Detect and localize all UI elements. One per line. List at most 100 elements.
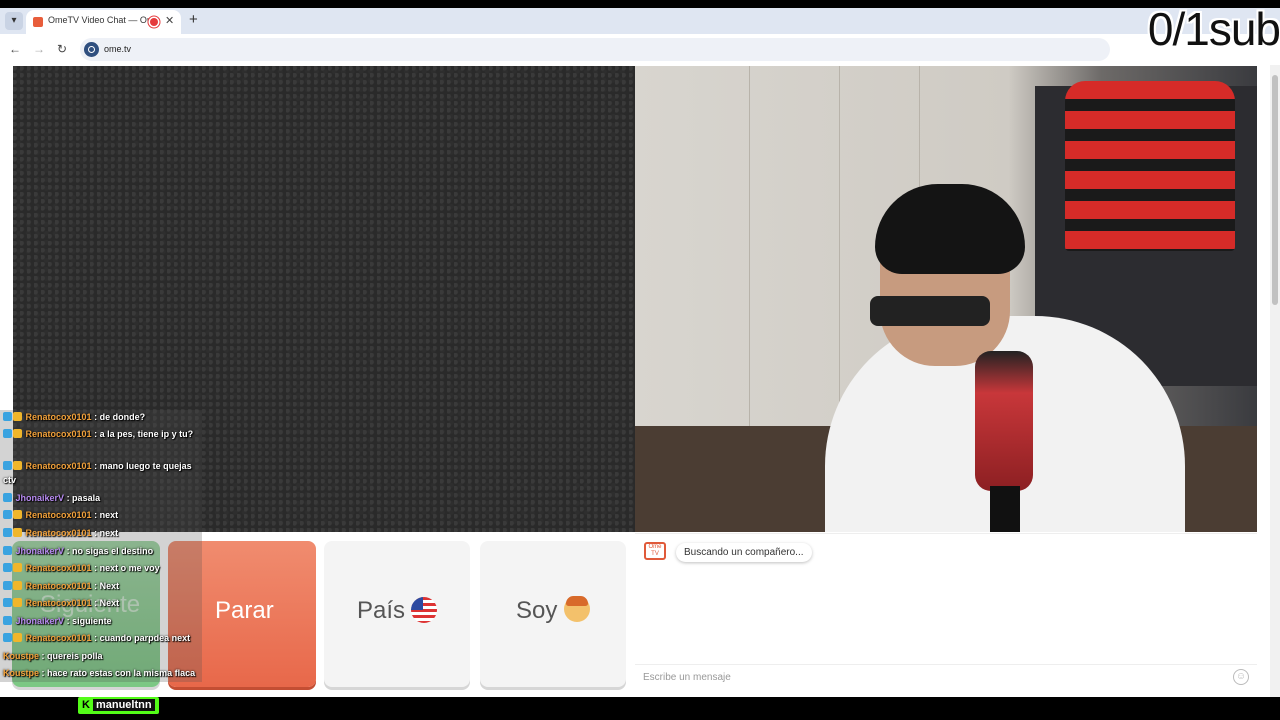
- chat-text: : de donde?: [94, 412, 146, 422]
- ometv-favicon-icon: [33, 17, 43, 27]
- badge-icon: [13, 510, 22, 519]
- cabinet-door: [750, 66, 840, 446]
- badge-icon: [13, 528, 22, 537]
- gender-select-button[interactable]: Soy: [480, 541, 626, 687]
- badge-icon: [3, 633, 12, 642]
- stream-chat-message: Renatocox0101 : Next: [3, 596, 199, 610]
- chat-text: : next: [94, 528, 119, 538]
- badge-icon: [3, 510, 12, 519]
- reload-button[interactable]: ↻: [57, 42, 67, 56]
- searching-status-message: Buscando un compañero...: [676, 543, 812, 562]
- scrollbar-thumb[interactable]: [1272, 75, 1278, 305]
- country-filter-button[interactable]: País: [324, 541, 470, 687]
- badge-icon: [3, 581, 12, 590]
- chat-text: : hace rato estas con la misma flaca: [41, 668, 196, 678]
- stream-chat-message: JhonaikerV : pasala: [3, 491, 199, 505]
- message-input[interactable]: Escribe un mensaje ☺: [635, 664, 1257, 690]
- chat-text: : no sigas el destino: [66, 546, 154, 556]
- self-camera-video: [635, 66, 1257, 532]
- stream-chat-message: Koustpe : quereis polla: [3, 649, 199, 663]
- chat-text: : Next: [94, 581, 120, 591]
- stream-chat-message: Renatocox0101 : de donde?: [3, 410, 199, 424]
- stream-chat-message: Renatocox0101 : next: [3, 526, 199, 540]
- badge-icon: [13, 563, 22, 572]
- browser-tab[interactable]: OmeTV Video Chat — Ome ✕: [26, 10, 181, 34]
- red-black-jersey: [1065, 81, 1235, 251]
- recording-indicator-icon: [150, 18, 158, 26]
- sunglasses: [870, 296, 990, 326]
- stop-button-label: Parar: [215, 597, 274, 624]
- chat-username: Renatocox0101: [25, 412, 92, 422]
- sub-counter-overlay: 0/1sub: [1147, 3, 1280, 55]
- forward-button[interactable]: →: [33, 42, 45, 56]
- address-bar[interactable]: ome.tv: [80, 38, 1110, 61]
- kick-logo-icon: K: [82, 699, 90, 711]
- chat-username: Koustpe: [3, 651, 39, 661]
- stream-chat-message: Renatocox0101 : mano luego te quejas ctv: [3, 459, 199, 487]
- stream-chat-message: JhonaikerV : siguiente: [3, 614, 199, 628]
- chat-text: : next o me voy: [94, 563, 160, 573]
- text-chat-panel: Ome TV Buscando un compañero... Escribe …: [635, 533, 1257, 691]
- cabinet-door: [675, 66, 750, 446]
- country-label: País: [357, 597, 406, 624]
- channel-name: manueltnn: [92, 699, 155, 711]
- ometv-logo-icon: Ome TV: [644, 542, 666, 560]
- chat-username: Renatocox0101: [25, 563, 92, 573]
- badge-icon: [3, 461, 12, 470]
- microphone-stand: [990, 486, 1020, 532]
- badge-icon: [13, 429, 22, 438]
- chat-username: JhonaikerV: [15, 616, 65, 626]
- stream-chat-message: Renatocox0101 : a la pes, tiene ip y tu?: [3, 427, 199, 441]
- microphone: [975, 351, 1033, 491]
- chat-username: Koustpe: [3, 668, 39, 678]
- badge-icon: [3, 528, 12, 537]
- browser-tab-bar: ▾ OmeTV Video Chat — Ome ✕ +: [0, 8, 1280, 34]
- chat-text: : next: [94, 510, 119, 520]
- tab-search-button[interactable]: ▾: [5, 12, 23, 30]
- site-info-icon[interactable]: [84, 42, 99, 57]
- badge-icon: [3, 546, 12, 555]
- back-button[interactable]: ←: [9, 42, 21, 56]
- chat-text: : Next: [94, 598, 120, 608]
- boy-face-icon: [564, 596, 590, 622]
- stream-chat-message: Koustpe : hace rato estas con la misma f…: [3, 666, 199, 680]
- address-url: ome.tv: [104, 44, 132, 54]
- chat-username: Renatocox0101: [25, 581, 92, 591]
- chat-text: : quereis polla: [41, 651, 103, 661]
- badge-icon: [13, 461, 22, 470]
- message-placeholder: Escribe un mensaje: [643, 672, 731, 683]
- tab-title: OmeTV Video Chat — Ome: [48, 15, 160, 25]
- chat-username: Renatocox0101: [25, 461, 92, 471]
- badge-icon: [13, 598, 22, 607]
- new-tab-button[interactable]: +: [189, 11, 198, 28]
- page-scrollbar[interactable]: [1270, 65, 1280, 697]
- stream-chat-message: Renatocox0101 : Next: [3, 579, 199, 593]
- badge-icon: [13, 412, 22, 421]
- chat-text: : cuando parpdea next: [94, 633, 191, 643]
- tab-close-icon[interactable]: ✕: [165, 14, 174, 27]
- smile-icon[interactable]: ☺: [1233, 669, 1249, 685]
- badge-icon: [3, 598, 12, 607]
- stream-chat-message: JhonaikerV : no sigas el destino: [3, 544, 199, 558]
- chat-username: JhonaikerV: [15, 493, 65, 503]
- chat-username: Renatocox0101: [25, 633, 92, 643]
- browser-toolbar: ← → ↻ ome.tv: [0, 34, 1280, 65]
- badge-icon: [13, 633, 22, 642]
- stream-chat-message: Renatocox0101 : next o me voy: [3, 561, 199, 575]
- stream-bottom-bar: Kmanueltnn: [0, 697, 1280, 720]
- chat-username: Renatocox0101: [25, 510, 92, 520]
- us-flag-icon: [411, 597, 437, 623]
- badge-icon: [13, 581, 22, 590]
- badge-icon: [3, 429, 12, 438]
- stream-chat-message: Renatocox0101 : cuando parpdea next: [3, 631, 199, 645]
- kick-channel-tag: Kmanueltnn: [78, 697, 159, 714]
- badge-icon: [3, 616, 12, 625]
- chat-username: JhonaikerV: [15, 546, 65, 556]
- chat-username: Renatocox0101: [25, 598, 92, 608]
- chat-text: : pasala: [66, 493, 101, 503]
- chat-username: Renatocox0101: [25, 429, 92, 439]
- chat-text: : siguiente: [66, 616, 112, 626]
- stream-chat-message: Renatocox0101 : next: [3, 508, 199, 522]
- badge-icon: [3, 563, 12, 572]
- gender-label: Soy: [516, 597, 558, 624]
